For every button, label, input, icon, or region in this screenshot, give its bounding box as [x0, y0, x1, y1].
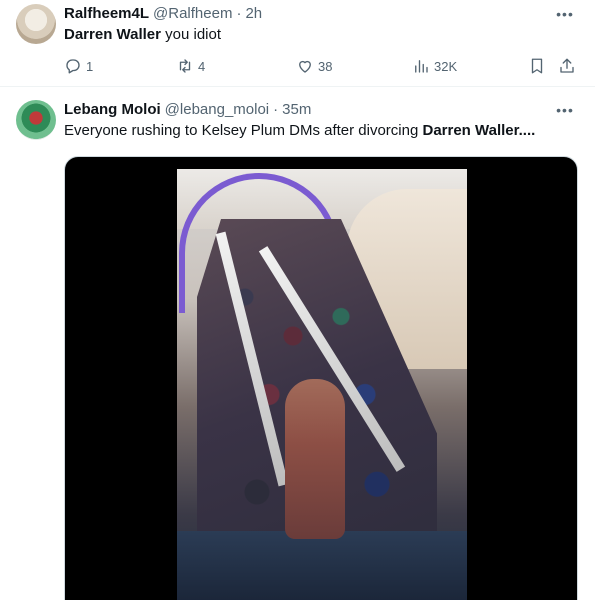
heart-icon [299, 60, 311, 73]
reply-icon [66, 59, 80, 74]
views-icon [415, 60, 428, 73]
tweet-text: Everyone rushing to Kelsey Plum DMs afte… [64, 121, 535, 141]
tweet-header: Lebang Moloi @lebang_moloi · 35m [64, 101, 311, 118]
views-count: 32K [434, 58, 458, 74]
display-name[interactable]: Lebang Moloi [64, 101, 161, 118]
tweet-text: Darren Waller you idiot [64, 25, 221, 45]
bookmark-icon [531, 58, 543, 74]
mall-floor [177, 531, 467, 600]
tweet[interactable]: Ralfheem4L @Ralfheem · 2h ••• Darren Wal… [0, 0, 595, 87]
display-name[interactable]: Ralfheem4L [64, 5, 149, 22]
share-icon [560, 58, 574, 73]
separator-dot: · [236, 5, 242, 22]
more-options-icon[interactable]: ••• [555, 4, 575, 24]
more-options-icon[interactable]: ••• [555, 100, 575, 120]
video-player[interactable] [64, 156, 578, 600]
tweet-header: Ralfheem4L @Ralfheem · 2h [64, 5, 262, 22]
bookmark-button[interactable] [528, 57, 546, 75]
share-button[interactable] [558, 57, 576, 75]
like-button[interactable]: 38 [296, 57, 332, 75]
timestamp[interactable]: 35m [282, 101, 311, 118]
reply-button[interactable]: 1 [64, 57, 93, 75]
foreground-person [285, 379, 345, 539]
tweet[interactable]: Lebang Moloi @lebang_moloi · 35m ••• Eve… [0, 88, 595, 600]
retweet-count: 4 [198, 58, 206, 74]
user-handle[interactable]: @Ralfheem [153, 5, 232, 22]
avatar[interactable] [16, 4, 56, 44]
timestamp[interactable]: 2h [245, 5, 262, 22]
mention-text: Darren Waller [64, 26, 161, 43]
reply-count: 1 [86, 58, 94, 74]
retweet-button[interactable]: 4 [176, 57, 205, 75]
views-button[interactable]: 32K [412, 57, 457, 75]
tweet-actions: 1 4 38 32K [64, 57, 584, 77]
retweet-icon [179, 59, 191, 73]
tweet-text-rest: you idiot [160, 26, 222, 43]
mention-text: Darren Waller.... [422, 122, 536, 139]
user-handle[interactable]: @lebang_moloi [165, 101, 269, 118]
video-frame[interactable] [177, 169, 467, 600]
avatar[interactable] [16, 100, 56, 140]
tweet-text-plain: Everyone rushing to Kelsey Plum DMs afte… [64, 122, 423, 139]
separator-dot: · [273, 101, 279, 118]
like-count: 38 [318, 58, 333, 74]
